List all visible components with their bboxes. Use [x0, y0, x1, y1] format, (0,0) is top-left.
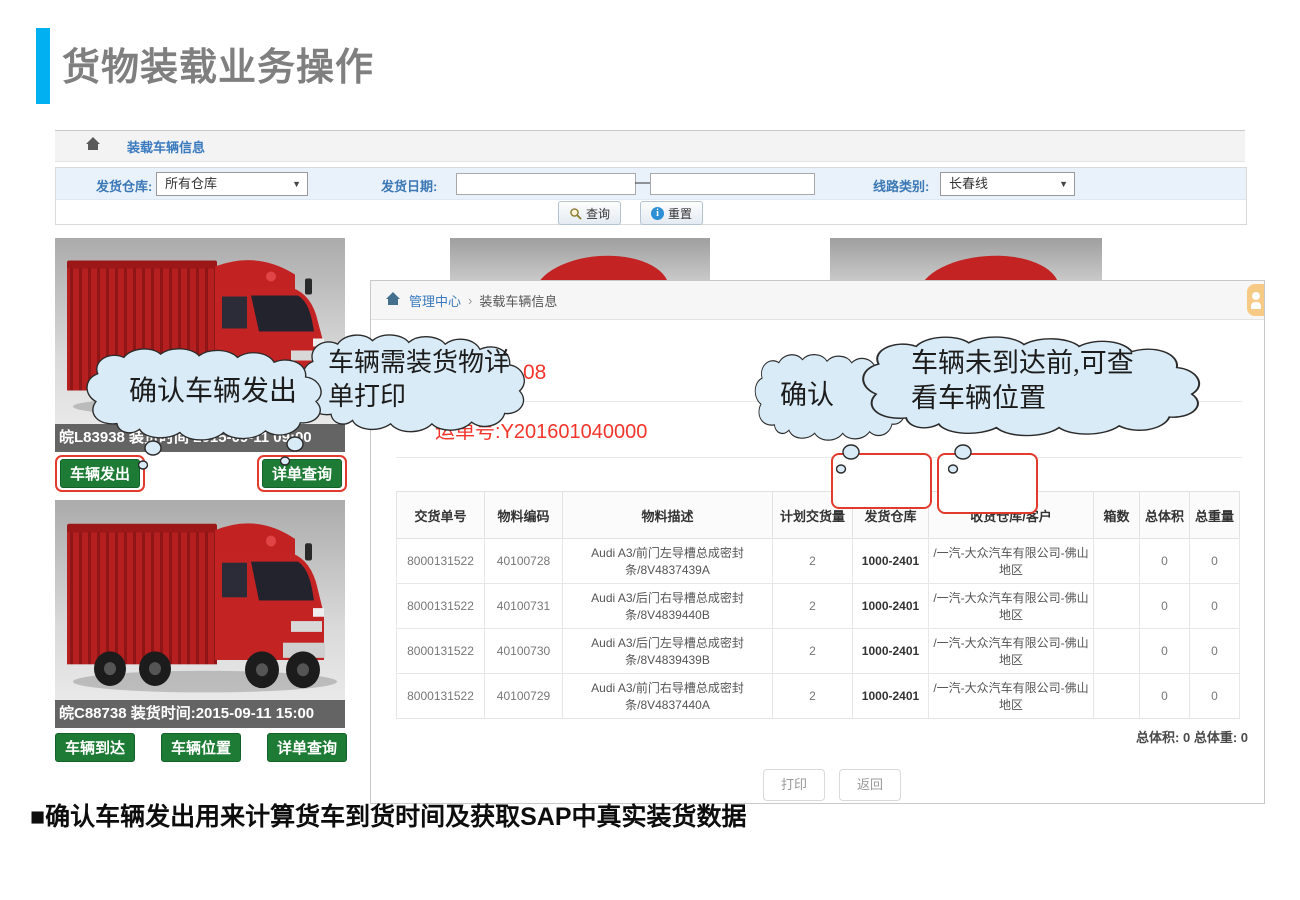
- cell: Audi A3/后门右导槽总成密封条/8V4839440B: [562, 583, 773, 629]
- cloud-tail: [835, 444, 862, 483]
- cell: 0: [1189, 628, 1240, 674]
- cell: 2: [772, 583, 853, 629]
- cell: Audi A3/前门右导槽总成密封条/8V4837440A: [562, 673, 773, 719]
- cell: Audi A3/后门左导槽总成密封条/8V4839439B: [562, 628, 773, 674]
- route-label: 线路类别:: [873, 179, 930, 194]
- breadcrumb: 装载车辆信息: [55, 130, 1245, 162]
- cell: /一汽-大众汽车有限公司-佛山地区: [928, 673, 1094, 719]
- table-row: 8000131522 40100728 Audi A3/前门左导槽总成密封条/8…: [396, 538, 1240, 584]
- bottom-note: ■确认车辆发出用来计算货车到货时间及获取SAP中真实装货数据: [30, 803, 747, 831]
- truck-card-hidden: [450, 238, 710, 285]
- detail-query-button[interactable]: 详单查询: [266, 733, 347, 762]
- cell: 40100728: [484, 538, 563, 584]
- table-row: 8000131522 40100730 Audi A3/后门左导槽总成密封条/8…: [396, 628, 1240, 674]
- ship-date-label: 发货日期:: [381, 179, 438, 194]
- cloud-text: 确认: [780, 380, 834, 410]
- cell: 0: [1139, 538, 1190, 584]
- cell: 0: [1189, 538, 1240, 584]
- col-header: 物料编码: [484, 491, 563, 539]
- truck-caption: 皖C88738 装货时间:2015-09-11 15:00: [55, 700, 345, 728]
- cell: 0: [1189, 583, 1240, 629]
- cell: 8000131522: [396, 673, 485, 719]
- cloud-tail: [137, 440, 164, 479]
- breadcrumb-current[interactable]: 装载车辆信息: [127, 137, 205, 156]
- cargo-table: 交货单号 物料编码 物料描述 计划交货量 发货仓库 收货仓库/客户 箱数 总体积…: [396, 491, 1240, 719]
- slide: 货物装载业务操作 装载车辆信息 发货仓库: 所有仓库 ▼ 发货日期: — 线路类别…: [0, 0, 1300, 900]
- reset-button[interactable]: i 重置: [640, 201, 704, 225]
- cell: 0: [1139, 673, 1190, 719]
- page-title: 货物装载业务操作: [62, 47, 375, 89]
- annotation-highlight: 车辆发出: [55, 455, 146, 492]
- date-separator: —: [635, 174, 650, 191]
- search-icon: [570, 207, 582, 220]
- table-row: 8000131522 40100729 Audi A3/前门右导槽总成密封条/8…: [396, 673, 1240, 719]
- col-header: 物料描述: [562, 491, 773, 539]
- cell: Audi A3/前门左导槽总成密封条/8V4837439A: [562, 538, 773, 584]
- cell: /一汽-大众汽车有限公司-佛山地区: [928, 538, 1094, 584]
- cell: /一汽-大众汽车有限公司-佛山地区: [928, 628, 1094, 674]
- search-button[interactable]: 查询: [558, 201, 622, 225]
- cell: 1000-2401: [852, 538, 929, 584]
- home-icon[interactable]: [385, 291, 401, 309]
- cell: 1000-2401: [852, 628, 929, 674]
- cloud-tail: [947, 444, 974, 483]
- cell: 2: [772, 673, 853, 719]
- panel-corner-button[interactable]: [1247, 284, 1264, 316]
- cell: 0: [1139, 583, 1190, 629]
- cell: 40100730: [484, 628, 563, 674]
- totals-summary: 总体积: 0 总体重: 0: [1136, 730, 1248, 745]
- back-button[interactable]: 返回: [839, 769, 901, 801]
- cell: 0: [1189, 673, 1240, 719]
- date-from-input[interactable]: [456, 173, 636, 195]
- cell: 40100731: [484, 583, 563, 629]
- cloud-text: 车辆需装货物详单打印: [328, 348, 511, 411]
- divider: [396, 457, 1242, 458]
- home-icon[interactable]: [85, 136, 101, 156]
- cell: [1093, 538, 1140, 584]
- table-row: 8000131522 40100731 Audi A3/后门右导槽总成密封条/8…: [396, 583, 1240, 629]
- cloud-text: 车辆未到达前,可查 看车辆位置: [911, 348, 1134, 414]
- cell: 8000131522: [396, 628, 485, 674]
- vehicle-depart-button[interactable]: 车辆发出: [60, 459, 141, 488]
- breadcrumb-current: 装载车辆信息: [479, 293, 558, 309]
- route-select[interactable]: 长春线 ▼: [940, 172, 1075, 196]
- cell: 1000-2401: [852, 673, 929, 719]
- cell: 8000131522: [396, 583, 485, 629]
- warehouse-label: 发货仓库:: [96, 179, 153, 194]
- breadcrumb-separator: ›: [468, 292, 473, 308]
- cloud-position-tip: 车辆未到达前,可查 看车辆位置: [856, 334, 1232, 440]
- col-header: 总体积: [1139, 491, 1190, 539]
- breadcrumb-admin-center[interactable]: 管理中心: [409, 291, 461, 310]
- table-header-row: 交货单号 物料编码 物料描述 计划交货量 发货仓库 收货仓库/客户 箱数 总体积…: [396, 491, 1240, 539]
- col-header: 交货单号: [396, 491, 485, 539]
- cloud-text: 确认车辆发出: [128, 376, 297, 407]
- cell: [1093, 673, 1140, 719]
- cell: 0: [1139, 628, 1190, 674]
- col-header: 总重量: [1189, 491, 1240, 539]
- title-accent-bar: [36, 28, 50, 104]
- cell: [1093, 583, 1140, 629]
- cell: 8000131522: [396, 538, 485, 584]
- cloud-confirm-depart: 确认车辆发出: [82, 346, 344, 444]
- panel-breadcrumb: 管理中心 › 装载车辆信息: [371, 281, 1264, 320]
- cell: /一汽-大众汽车有限公司-佛山地区: [928, 583, 1094, 629]
- truck2-actions: 车辆到达 车辆位置 详单查询: [55, 733, 347, 762]
- truck-photo: 皖C88738 装货时间:2015-09-11 15:00: [55, 500, 345, 728]
- cell: 1000-2401: [852, 583, 929, 629]
- vehicle-arrive-button[interactable]: 车辆到达: [55, 733, 136, 762]
- cell: [1093, 628, 1140, 674]
- chevron-down-icon: ▼: [1059, 179, 1068, 189]
- info-icon: i: [651, 206, 664, 220]
- col-header: 箱数: [1093, 491, 1140, 539]
- date-to-input[interactable]: [650, 173, 815, 195]
- cell: 40100729: [484, 673, 563, 719]
- vehicle-position-button[interactable]: 车辆位置: [160, 733, 241, 762]
- cell: 2: [772, 538, 853, 584]
- truck-card-hidden: [830, 238, 1102, 285]
- warehouse-select[interactable]: 所有仓库 ▼: [156, 172, 308, 196]
- chevron-down-icon: ▼: [292, 179, 301, 189]
- print-button[interactable]: 打印: [763, 769, 825, 801]
- cell: 2: [772, 628, 853, 674]
